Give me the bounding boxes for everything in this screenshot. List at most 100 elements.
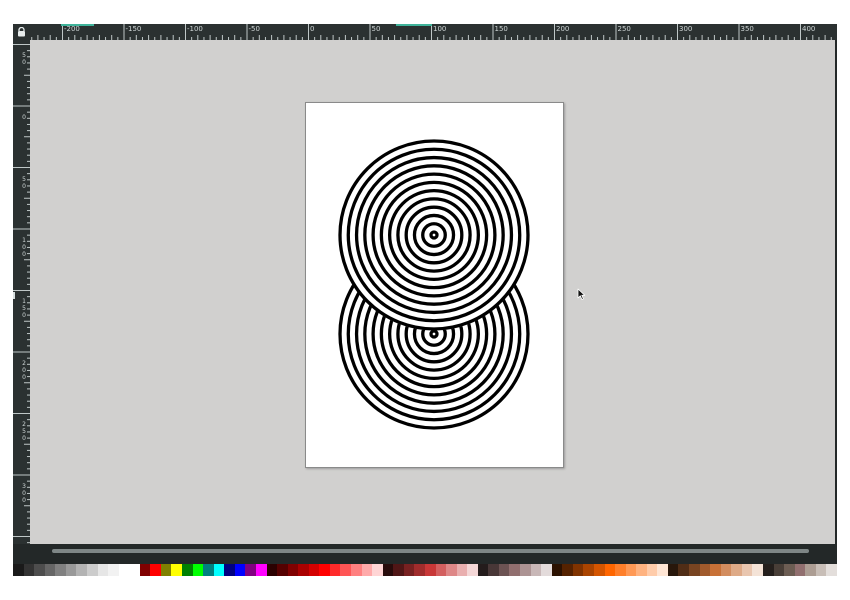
mouse-pointer-icon: [577, 288, 586, 300]
color-swatch[interactable]: [667, 564, 679, 576]
color-swatch[interactable]: [403, 564, 415, 576]
vertical-ruler[interactable]: 500501001502002503003: [13, 40, 30, 544]
color-swatch[interactable]: [805, 564, 816, 576]
horizontal-ruler[interactable]: -200 -150 -100 -50 0 50 100 150 200 250 300 350 400: [30, 24, 837, 40]
vertical-ruler-label: 0: [22, 183, 26, 190]
color-swatch[interactable]: [784, 564, 795, 576]
color-swatch[interactable]: [710, 564, 721, 576]
color-swatch[interactable]: [287, 564, 299, 576]
color-swatch[interactable]: [44, 564, 56, 576]
color-swatch[interactable]: [498, 564, 510, 576]
color-swatch[interactable]: [414, 564, 425, 576]
color-swatch[interactable]: [329, 564, 341, 576]
color-swatch[interactable]: [625, 564, 637, 576]
color-swatch[interactable]: [393, 564, 404, 576]
double-spiral-artwork[interactable]: [306, 103, 563, 467]
color-swatch[interactable]: [277, 564, 288, 576]
color-swatch[interactable]: [372, 564, 383, 576]
color-swatch[interactable]: [435, 564, 447, 576]
color-swatch[interactable]: [520, 564, 531, 576]
color-swatch[interactable]: [160, 564, 172, 576]
color-swatch[interactable]: [657, 564, 668, 576]
color-swatch[interactable]: [794, 564, 806, 576]
color-swatch[interactable]: [34, 564, 45, 576]
color-swatch[interactable]: [762, 564, 774, 576]
color-swatch[interactable]: [467, 564, 478, 576]
upper-spiral-rings[interactable]: [338, 139, 530, 331]
horizontal-scrollbar-thumb[interactable]: [52, 549, 809, 553]
color-swatch[interactable]: [636, 564, 647, 576]
color-swatch[interactable]: [86, 564, 98, 576]
color-swatch[interactable]: [192, 564, 204, 576]
color-swatch[interactable]: [456, 564, 468, 576]
color-swatch[interactable]: [266, 564, 278, 576]
color-swatch[interactable]: [55, 564, 66, 576]
color-swatch[interactable]: [815, 564, 827, 576]
color-swatch[interactable]: [213, 564, 225, 576]
horizontal-ruler-label: 400: [802, 25, 816, 33]
color-swatch[interactable]: [319, 564, 330, 576]
color-swatch[interactable]: [23, 564, 35, 576]
color-swatch[interactable]: [76, 564, 87, 576]
color-swatch[interactable]: [298, 564, 309, 576]
color-swatch[interactable]: [97, 564, 109, 576]
color-swatch[interactable]: [583, 564, 594, 576]
horizontal-ruler-label: 200: [556, 25, 570, 33]
vertical-ruler-label: 0: [22, 374, 26, 381]
color-swatch[interactable]: [530, 564, 542, 576]
color-swatch[interactable]: [361, 564, 373, 576]
color-swatch[interactable]: [593, 564, 605, 576]
color-swatch[interactable]: [615, 564, 626, 576]
horizontal-ruler-label: 100: [433, 25, 447, 33]
color-swatch[interactable]: [351, 564, 362, 576]
ruler-lock-button[interactable]: [13, 24, 30, 40]
color-swatch[interactable]: [150, 564, 161, 576]
color-swatch[interactable]: [182, 564, 193, 576]
color-swatch[interactable]: [308, 564, 320, 576]
color-swatch[interactable]: [424, 564, 436, 576]
color-swatch[interactable]: [509, 564, 520, 576]
color-swatch[interactable]: [488, 564, 499, 576]
color-swatch[interactable]: [118, 564, 130, 576]
color-swatch[interactable]: [224, 564, 235, 576]
color-swatch[interactable]: [541, 564, 552, 576]
color-swatch[interactable]: [731, 564, 742, 576]
horizontal-ruler-label: -100: [187, 25, 203, 33]
color-swatch[interactable]: [572, 564, 584, 576]
color-swatch[interactable]: [752, 564, 763, 576]
document-page[interactable]: [305, 102, 564, 468]
vertical-ruler-label: 0: [22, 251, 26, 258]
color-swatch[interactable]: [678, 564, 689, 576]
color-swatch[interactable]: [689, 564, 700, 576]
color-swatch[interactable]: [773, 564, 785, 576]
color-swatch[interactable]: [139, 564, 151, 576]
drawing-canvas[interactable]: [30, 40, 835, 544]
color-swatch[interactable]: [382, 564, 394, 576]
color-swatch[interactable]: [340, 564, 351, 576]
color-swatch[interactable]: [826, 564, 837, 576]
color-swatch[interactable]: [562, 564, 573, 576]
vertical-ruler-label: 0: [22, 312, 26, 319]
color-swatch[interactable]: [65, 564, 77, 576]
color-swatch[interactable]: [604, 564, 616, 576]
color-swatch[interactable]: [720, 564, 732, 576]
color-swatch[interactable]: [13, 564, 24, 576]
color-swatch[interactable]: [108, 564, 119, 576]
horizontal-ruler-label: 250: [617, 25, 631, 33]
lower-spiral-ring: [429, 329, 439, 339]
color-swatch[interactable]: [245, 564, 256, 576]
color-swatch[interactable]: [129, 564, 140, 576]
color-swatch[interactable]: [234, 564, 246, 576]
color-swatch[interactable]: [446, 564, 457, 576]
color-swatch[interactable]: [646, 564, 658, 576]
color-swatch[interactable]: [203, 564, 214, 576]
color-swatch[interactable]: [699, 564, 711, 576]
horizontal-scrollbar[interactable]: [30, 544, 837, 558]
color-swatch[interactable]: [551, 564, 563, 576]
color-palette[interactable]: [13, 564, 837, 576]
color-swatch[interactable]: [171, 564, 182, 576]
color-swatch[interactable]: [477, 564, 489, 576]
vertical-ruler-label: 0: [22, 497, 26, 504]
color-swatch[interactable]: [255, 564, 267, 576]
color-swatch[interactable]: [741, 564, 753, 576]
